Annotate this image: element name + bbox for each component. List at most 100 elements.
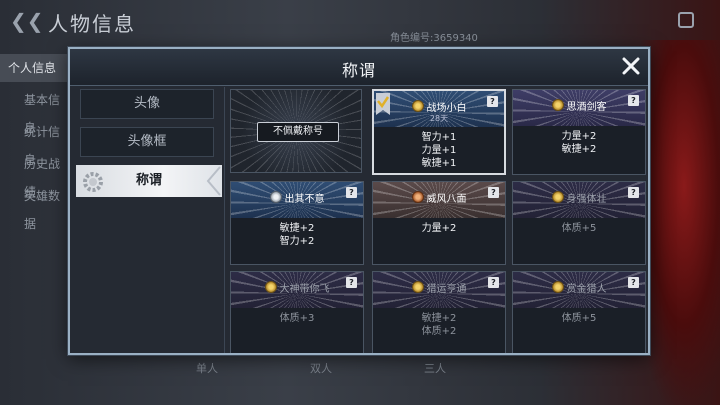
stat-line: 敏捷+1 bbox=[421, 158, 457, 169]
title-stats: 体质+3 bbox=[231, 312, 363, 325]
mode-label-solo[interactable]: 单人 bbox=[196, 360, 218, 376]
title-card-weifeng[interactable]: 威风八面 ? 力量+2 bbox=[372, 181, 506, 265]
no-title-button[interactable]: 不佩戴称号 bbox=[257, 122, 339, 142]
equipped-check-icon bbox=[376, 93, 390, 115]
stat-line: 体质+5 bbox=[561, 223, 597, 234]
card-title-wrap: 猎运亨通 bbox=[373, 279, 505, 295]
title-name: 出其不意 bbox=[284, 193, 325, 205]
title-name: 大神带你飞 bbox=[279, 283, 330, 295]
title-card-sijiu[interactable]: 思酒剑客 ? 力量+2 敏捷+2 bbox=[512, 89, 646, 175]
mode-label-trio[interactable]: 三人 bbox=[424, 360, 446, 376]
card-title-wrap: 出其不意 bbox=[231, 189, 363, 205]
tab-avatar-frame[interactable]: 头像框 bbox=[80, 127, 214, 157]
side-item-stats[interactable]: 统计信息 bbox=[0, 118, 70, 167]
stat-line: 智力+2 bbox=[279, 236, 315, 247]
help-icon[interactable]: ? bbox=[487, 96, 498, 107]
title-stats: 力量+2 敏捷+2 bbox=[513, 130, 645, 156]
title-name: 威风八面 bbox=[426, 193, 467, 205]
stat-line: 敏捷+2 bbox=[561, 144, 597, 155]
tab-label: 称谓 bbox=[135, 173, 162, 188]
modal-header: 称谓 bbox=[70, 49, 648, 86]
title-card-lieyun[interactable]: 猎运亨通 ? 敏捷+2 体质+2 bbox=[372, 271, 506, 353]
side-menu: 个人信息 基本信息 统计信息 历史战绩 英雄数据 bbox=[0, 46, 70, 231]
stat-line: 敏捷+2 bbox=[279, 223, 315, 234]
side-item-label: 个人信息 bbox=[8, 61, 57, 75]
stat-line: 力量+2 bbox=[561, 131, 597, 142]
title-card-zhanchang[interactable]: 战场小白 28天 ? 智力+1 力量+1 敏捷+1 bbox=[372, 89, 506, 175]
stat-line: 体质+3 bbox=[279, 313, 315, 324]
card-title-wrap: 身强体壮 bbox=[513, 189, 645, 205]
tab-title[interactable]: 称谓 bbox=[76, 165, 222, 197]
card-title-wrap: 威风八面 bbox=[373, 189, 505, 205]
title-name: 战场小白 bbox=[426, 102, 467, 114]
page-header: ❮❮ 人物信息 角色编号:3659340 bbox=[0, 0, 720, 44]
title-stats: 智力+1 力量+1 敏捷+1 bbox=[374, 131, 504, 170]
gold-medal-icon bbox=[551, 191, 564, 203]
side-item-history[interactable]: 历史战绩 bbox=[0, 150, 70, 199]
help-icon[interactable]: ? bbox=[488, 187, 499, 198]
help-icon[interactable]: ? bbox=[628, 277, 639, 288]
side-item-basic-info[interactable]: 基本信息 bbox=[0, 86, 70, 135]
card-header: 大神带你飞 ? bbox=[231, 272, 363, 308]
card-header: 战场小白 28天 ? bbox=[374, 91, 504, 127]
gear-icon bbox=[83, 172, 103, 192]
tab-divider bbox=[224, 87, 225, 353]
help-icon[interactable]: ? bbox=[628, 187, 639, 198]
card-header: 猎运亨通 ? bbox=[373, 272, 505, 308]
title-card-dashen[interactable]: 大神带你飞 ? 体质+3 bbox=[230, 271, 364, 353]
card-title-wrap: 赏金猎人 bbox=[513, 279, 645, 295]
card-header: 身强体壮 ? bbox=[513, 182, 645, 218]
stat-line: 力量+1 bbox=[421, 145, 457, 156]
tab-avatar[interactable]: 头像 bbox=[80, 89, 214, 119]
share-icon[interactable] bbox=[678, 12, 694, 28]
card-header: 出其不意 ? bbox=[231, 182, 363, 218]
title-duration: 28天 bbox=[429, 114, 449, 123]
card-title-wrap: 战场小白 bbox=[374, 98, 504, 114]
stat-line: 智力+1 bbox=[421, 132, 457, 143]
gold-medal-icon bbox=[551, 281, 564, 293]
card-header: 赏金猎人 ? bbox=[513, 272, 645, 308]
title-stats: 体质+5 bbox=[513, 312, 645, 325]
help-icon[interactable]: ? bbox=[346, 277, 357, 288]
character-id-text: 角色编号:3659340 bbox=[390, 33, 478, 44]
close-icon[interactable] bbox=[620, 55, 642, 77]
title-stats: 体质+5 bbox=[513, 222, 645, 235]
help-icon[interactable]: ? bbox=[488, 277, 499, 288]
gold-medal-icon bbox=[411, 281, 424, 293]
gold-medal-icon bbox=[264, 281, 277, 293]
tab-label: 头像框 bbox=[127, 134, 167, 149]
modal-title: 称谓 bbox=[341, 61, 376, 80]
title-name: 思酒剑客 bbox=[566, 101, 607, 113]
title-stats: 力量+2 bbox=[373, 222, 505, 235]
card-title-wrap: 大神带你飞 bbox=[231, 279, 363, 295]
title-card-shenqiang[interactable]: 身强体壮 ? 体质+5 bbox=[512, 181, 646, 265]
side-item-hero-data[interactable]: 英雄数据 bbox=[0, 182, 70, 231]
title-modal: 称谓 头像 头像框 称谓 不佩戴称号 战场小白 28天 ? 智力+1 力量+1 … bbox=[68, 47, 650, 355]
stat-line: 体质+2 bbox=[421, 326, 457, 337]
page-title: 人物信息 bbox=[48, 12, 136, 36]
back-arrow-icon[interactable]: ❮❮ bbox=[10, 10, 44, 32]
side-item-personal-info[interactable]: 个人信息 bbox=[0, 54, 70, 82]
card-title-wrap: 思酒剑客 bbox=[513, 97, 645, 113]
card-header: 威风八面 ? bbox=[373, 182, 505, 218]
stat-line: 力量+2 bbox=[421, 223, 457, 234]
side-item-label: 英雄数据 bbox=[24, 189, 61, 231]
mode-label-duo[interactable]: 双人 bbox=[310, 360, 332, 376]
gold-medal-icon bbox=[551, 99, 564, 111]
title-stats: 敏捷+2 智力+2 bbox=[231, 222, 363, 248]
card-header: 思酒剑客 ? bbox=[513, 90, 645, 126]
title-card-chuqi[interactable]: 出其不意 ? 敏捷+2 智力+2 bbox=[230, 181, 364, 265]
title-name: 身强体壮 bbox=[566, 193, 607, 205]
bronze-medal-icon bbox=[411, 191, 424, 203]
no-title-card[interactable]: 不佩戴称号 bbox=[230, 89, 362, 173]
silver-medal-icon bbox=[269, 191, 282, 203]
title-grid: 不佩戴称号 战场小白 28天 ? 智力+1 力量+1 敏捷+1 思酒剑客 ? 力… bbox=[226, 89, 646, 353]
stat-line: 敏捷+2 bbox=[421, 313, 457, 324]
stat-line: 体质+5 bbox=[561, 313, 597, 324]
help-icon[interactable]: ? bbox=[346, 187, 357, 198]
help-icon[interactable]: ? bbox=[628, 95, 639, 106]
tab-label: 头像 bbox=[133, 96, 160, 111]
gold-medal-icon bbox=[411, 100, 424, 112]
title-card-shangjin[interactable]: 赏金猎人 ? 体质+5 bbox=[512, 271, 646, 353]
title-stats: 敏捷+2 体质+2 bbox=[373, 312, 505, 338]
